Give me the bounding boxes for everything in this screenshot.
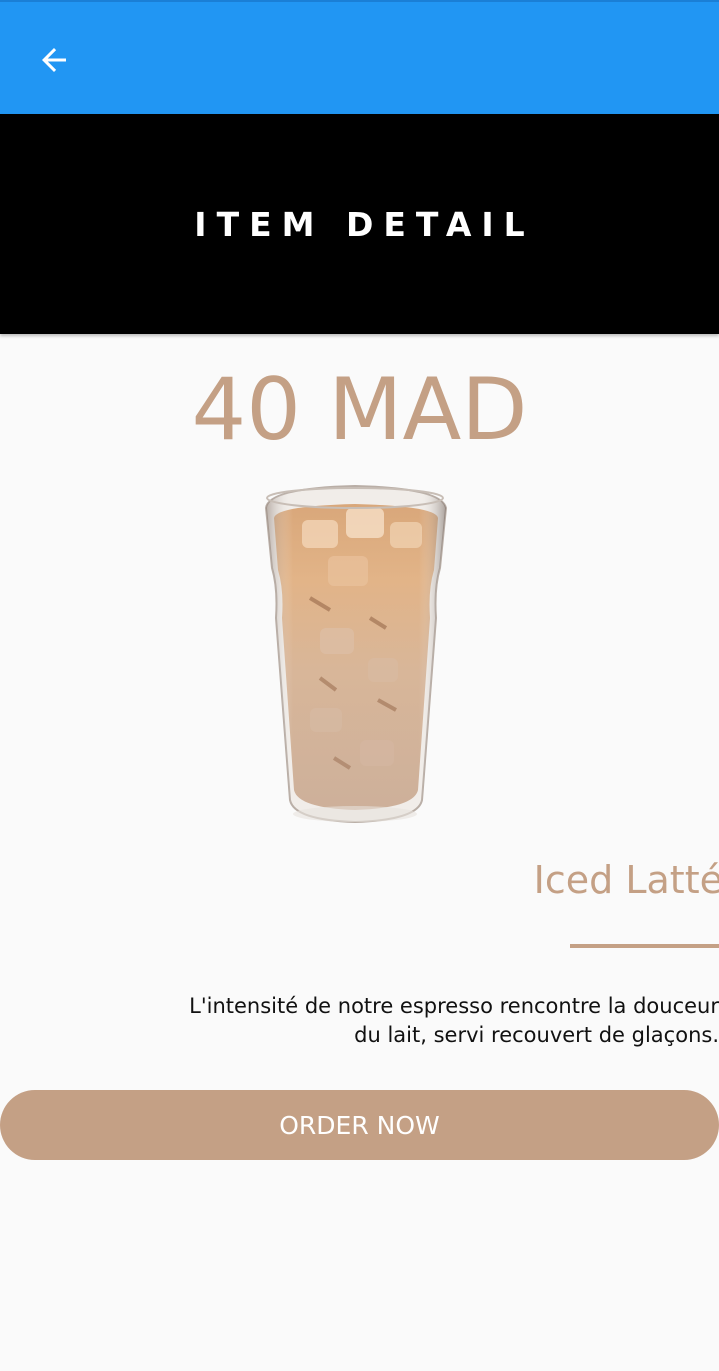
order-now-label: ORDER NOW [279,1110,440,1140]
page-title: ITEM DETAIL [194,204,535,244]
order-now-button[interactable]: ORDER NOW [0,1090,719,1160]
header-banner: ITEM DETAIL [0,114,719,334]
price-label: 40 MAD [191,360,528,460]
app-bar [0,0,719,114]
name-divider [570,944,719,948]
product-name: Iced Latté [533,858,719,902]
back-button[interactable] [26,32,82,88]
arrow-back-icon [42,48,66,72]
product-image [250,478,460,830]
iced-latte-glass-icon [264,484,448,824]
product-description: L'intensité de notre espresso rencontre … [189,994,719,1047]
